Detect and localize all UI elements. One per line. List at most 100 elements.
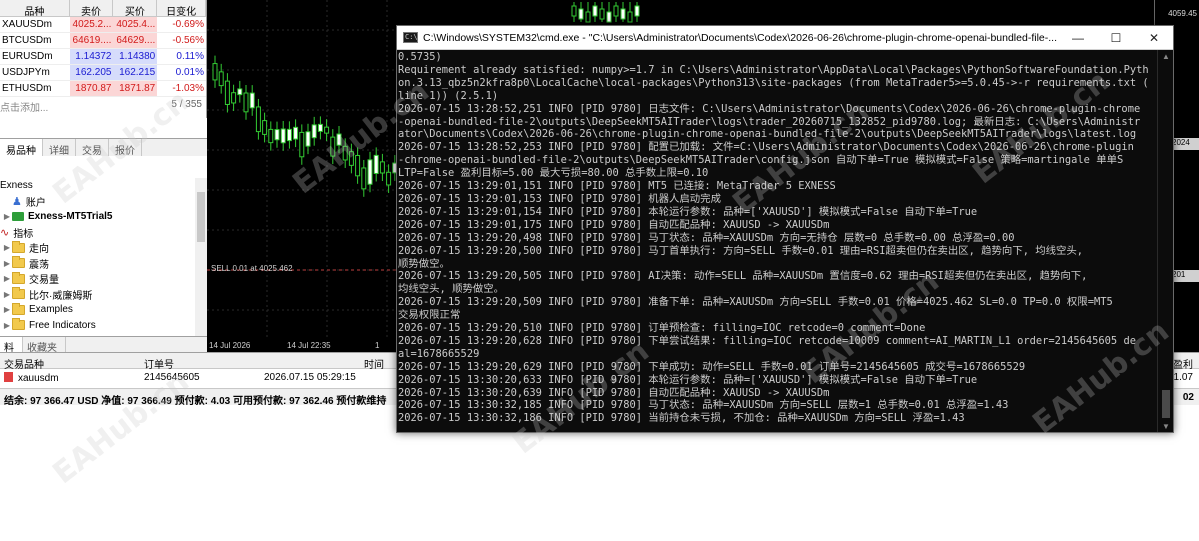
navigator-item[interactable]: ▶ Examples	[0, 302, 207, 318]
row-symbol: ETHUSDm	[2, 83, 52, 94]
expand-arrow-icon[interactable]: ▶	[2, 274, 12, 283]
navigator-item-label: Exness-MT5Trial5	[28, 211, 113, 223]
folder-icon	[12, 302, 25, 315]
account-status-text: 结余: 97 366.47 USD 净值: 97 366.49 预付款: 4.0…	[4, 396, 387, 405]
candle-body	[620, 8, 626, 20]
scroll-up-icon[interactable]: ▲	[1158, 50, 1173, 64]
tab-symbols[interactable]: 易品种	[0, 139, 43, 157]
navigator-item[interactable]: ▶ 震荡	[0, 256, 207, 272]
navigator-item[interactable]: ▶ 走向	[0, 240, 207, 256]
navigator-item-label: 震荡	[29, 259, 49, 271]
row-bid: 1.14372	[69, 49, 114, 64]
market-watch-footer: 点击添加... 5 / 355	[0, 97, 206, 114]
col-order[interactable]: 订单号	[140, 353, 330, 371]
cmd-window[interactable]: C:\ C:\Windows\SYSTEM32\cmd.exe - "C:\Us…	[396, 25, 1174, 433]
market-watch-row[interactable]: BTCUSDm 64619.... 64629.... -0.56%	[0, 33, 206, 49]
expand-arrow-icon[interactable]: ▶	[2, 321, 12, 330]
candle-body	[571, 5, 577, 17]
col-bid[interactable]: 卖价	[70, 0, 114, 16]
navigator-item-label: Free Indicators	[29, 319, 96, 331]
cmd-title-bar[interactable]: C:\ C:\Windows\SYSTEM32\cmd.exe - "C:\Us…	[397, 26, 1173, 50]
symbol-count: 5 / 355	[171, 99, 202, 110]
candle-body	[379, 161, 385, 174]
navigator-scrollbar[interactable]	[195, 178, 207, 336]
candle-body	[212, 63, 218, 81]
market-watch-row[interactable]: XAUUSDm 4025.2... 4025.4... -0.69%	[0, 17, 206, 33]
navigator-item[interactable]: ▶ 比尔·威廉姆斯	[0, 287, 207, 303]
tab-common[interactable]: 料	[0, 337, 23, 354]
cmd-output-line: 交易权限正常	[398, 309, 461, 322]
market-watch-header: 品种 卖价 买价 日变化	[0, 0, 206, 17]
expand-arrow-icon[interactable]: ▶	[2, 290, 12, 299]
candle-body	[634, 5, 640, 17]
col-ask[interactable]: 买价	[113, 0, 158, 16]
expand-arrow-icon[interactable]: ▶	[2, 305, 12, 314]
col-change[interactable]: 日变化	[157, 0, 206, 16]
tab-favorites[interactable]: 收藏夹	[23, 337, 66, 354]
navigator-item[interactable]: ♟ 账户	[0, 194, 207, 210]
navigator-item[interactable]: ▶ Free Indicators	[0, 318, 207, 334]
candle-body	[578, 8, 584, 20]
market-watch-row[interactable]: ETHUSDm 1870.87 1871.87 -1.03%	[0, 81, 206, 97]
navigator-item[interactable]: ∿ 指标	[0, 225, 207, 241]
row-bid: 64619....	[69, 33, 114, 48]
candle-body	[342, 145, 348, 161]
candle-body	[299, 131, 305, 158]
expand-arrow-icon[interactable]: ▶	[2, 259, 12, 268]
navigator-item-label: 比尔·威廉姆斯	[29, 290, 93, 302]
cmd-icon: C:\	[403, 32, 418, 43]
candle-body	[218, 71, 224, 87]
cmd-output-line: 2026-07-15 13:29:20,500 INFO [PID 9780] …	[398, 244, 1084, 257]
candle-body	[367, 159, 373, 185]
cmd-scrollbar[interactable]: ▲ ▼	[1157, 50, 1173, 432]
candle-body	[386, 171, 392, 186]
market-watch-row[interactable]: USDJPYm 162.205 162.215 0.01%	[0, 65, 206, 81]
row-symbol: EURUSDm	[2, 51, 53, 62]
scroll-thumb[interactable]	[1162, 390, 1170, 418]
navigator-item[interactable]: ▶ 交易量	[0, 271, 207, 287]
maximize-button[interactable]: ☐	[1097, 26, 1135, 50]
scroll-down-icon[interactable]: ▼	[1158, 420, 1173, 432]
minimize-button[interactable]: —	[1059, 26, 1097, 50]
candle-body	[268, 128, 274, 144]
row-ask: 162.215	[113, 65, 158, 80]
navigator-item[interactable]: Exness	[0, 178, 207, 194]
folder-icon	[12, 271, 25, 284]
cmd-output[interactable]: 0.5735) Requirement already satisfied: nu…	[397, 50, 1159, 432]
candle-body	[249, 92, 255, 109]
row-ask: 4025.4...	[113, 17, 158, 32]
candle-body	[613, 5, 619, 17]
row-symbol: BTCUSDm	[2, 35, 52, 46]
row-symbol: XAUUSDm	[2, 19, 53, 30]
sell-position-label: SELL 0.01 at 4025.462	[211, 264, 293, 273]
indicator-icon: ∿	[0, 226, 10, 239]
tab-details[interactable]: 详细	[43, 139, 76, 157]
expand-arrow-icon[interactable]: ▶	[2, 243, 12, 252]
time-label-2: 14 Jul 22:35	[287, 341, 331, 350]
candle-body	[599, 8, 605, 20]
tab-quotes[interactable]: 报价	[109, 139, 142, 157]
time-label-1: 14 Jul 2026	[209, 341, 251, 350]
navigator-item[interactable]: ▶ Exness-MT5Trial5	[0, 209, 207, 225]
row-ask: 64629....	[113, 33, 158, 48]
row-change: -1.03%	[172, 83, 205, 94]
expand-arrow-icon[interactable]: ▶	[2, 212, 12, 221]
add-symbol-link[interactable]: 点击添加...	[0, 99, 48, 114]
row-ask: 1.14380	[113, 49, 158, 64]
sell-order-icon	[4, 372, 13, 382]
row-ask: 1871.87	[113, 81, 158, 96]
col-trade-symbol[interactable]: 交易品种	[0, 353, 140, 371]
navigator-tabs: 料 收藏夹	[0, 336, 207, 354]
col-symbol[interactable]: 品种	[0, 0, 70, 16]
cmd-output-line: on.3.13_qbz5n2kfra8p0\LocalCache\local-p…	[398, 76, 1149, 89]
tab-trading[interactable]: 交易	[76, 139, 109, 157]
market-watch-row[interactable]: EURUSDm 1.14372 1.14380 0.11%	[0, 49, 206, 65]
candle-body	[243, 92, 249, 113]
account-icon: ♟	[12, 195, 22, 208]
cmd-output-line: 2026-07-15 13:29:01,151 INFO [PID 9780] …	[398, 180, 836, 193]
cmd-output-line: -openai-bundled-file-2\outputs\DeepSeekM…	[398, 115, 1141, 128]
candle-body	[286, 128, 292, 142]
market-watch-tabs: 易品种 详细 交易 报价	[0, 138, 207, 157]
navigator-item-label: Exness	[0, 180, 33, 192]
close-button[interactable]: ✕	[1135, 26, 1173, 50]
